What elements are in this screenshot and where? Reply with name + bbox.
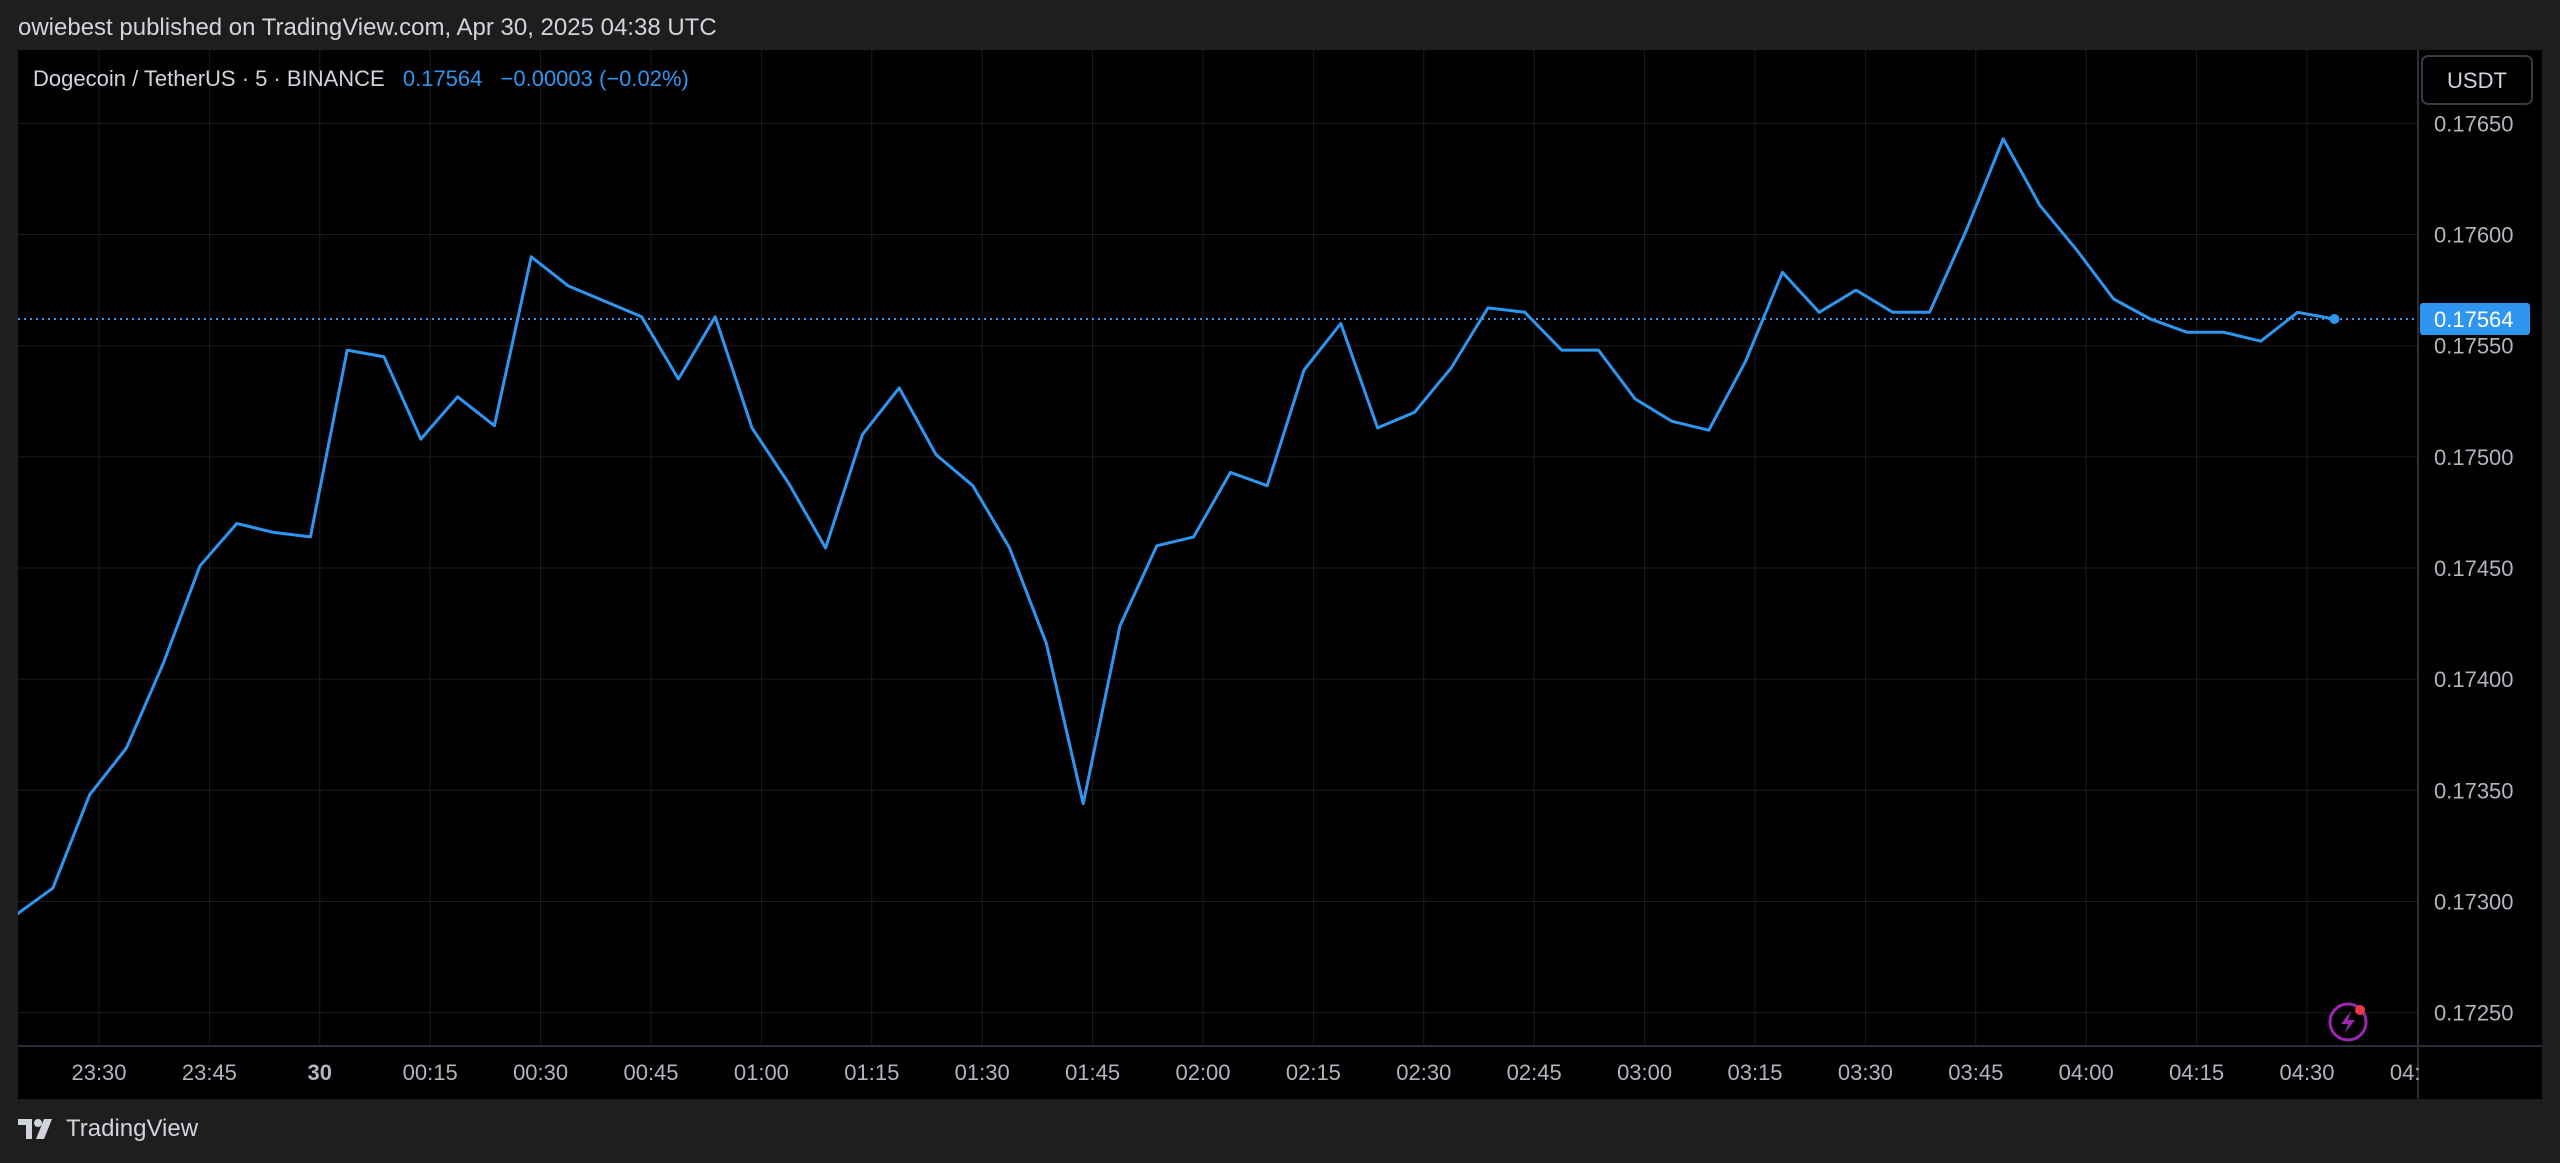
svg-text:Dogecoin / TetherUS · 5 · BINA: Dogecoin / TetherUS · 5 · BINANCE 0.1756… (33, 66, 689, 91)
price-tick-label: 0.17550 (2434, 334, 2514, 359)
price-line-series (18, 137, 2335, 916)
price-tick-label: 0.17650 (2434, 111, 2514, 136)
price-tick-label: 0.17350 (2434, 778, 2514, 803)
footer-brand: TradingView (66, 1115, 199, 1142)
time-tick-label: 03:30 (1838, 1060, 1893, 1085)
time-tick-label: 03:15 (1727, 1060, 1782, 1085)
time-tick-label: 02:15 (1286, 1060, 1341, 1085)
time-tick-label: 01:45 (1065, 1060, 1120, 1085)
time-tick-label: 04:15 (2169, 1060, 2224, 1085)
time-tick-label: 02:00 (1175, 1060, 1230, 1085)
published-caption: owiebest published on TradingView.com, A… (18, 14, 717, 41)
time-axis[interactable]: 23:30 23:45 30 00:15 00:30 00:45 01:00 01:15 01:… (71, 1047, 2542, 1099)
grid-lines (18, 50, 2418, 1046)
time-tick-label: 04:00 (2059, 1060, 2114, 1085)
price-tick-label: 0.17500 (2434, 445, 2514, 470)
time-tick-label: 23:45 (182, 1060, 237, 1085)
tradingview-logo-icon (18, 1119, 52, 1139)
legend-last-price: 0.17564 (403, 66, 483, 91)
time-tick-label: 03:00 (1617, 1060, 1672, 1085)
currency-button[interactable]: USDT (2421, 55, 2533, 105)
time-tick-label: 01:15 (844, 1060, 899, 1085)
time-tick-label: 04:30 (2279, 1060, 2334, 1085)
last-price-badge: 0.17564 (2420, 303, 2530, 336)
time-tick-label: 02:30 (1396, 1060, 1451, 1085)
lightning-alert-icon[interactable] (2328, 1002, 2368, 1042)
axis-corner (2419, 1047, 2542, 1099)
time-tick-label: 23:30 (71, 1060, 126, 1085)
price-tick-label: 0.17250 (2434, 1001, 2514, 1026)
price-tick-label: 0.17300 (2434, 889, 2514, 914)
time-tick-label: 00:15 (403, 1060, 458, 1085)
price-chart-svg[interactable]: 0.17650 0.17600 0.17550 0.17500 0.17450 0.174… (18, 50, 2542, 1099)
alert-notification-dot (2355, 1005, 2365, 1015)
time-tick-label: 02:45 (1507, 1060, 1562, 1085)
chart-area[interactable]: 0.17650 0.17600 0.17550 0.17500 0.17450 0.174… (18, 50, 2542, 1099)
price-axis[interactable]: 0.17650 0.17600 0.17550 0.17500 0.17450 0.174… (2434, 111, 2514, 1025)
legend-symbol[interactable]: Dogecoin / TetherUS · 5 · BINANCE (33, 66, 385, 91)
symbol-legend[interactable]: Dogecoin / TetherUS · 5 · BINANCE 0.1756… (33, 66, 689, 91)
time-tick-label: 00:30 (513, 1060, 568, 1085)
time-tick-label: 01:00 (734, 1060, 789, 1085)
legend-change: −0.00003 (−0.02%) (501, 66, 689, 91)
last-price-badge-text: 0.17564 (2434, 307, 2514, 332)
last-price-marker (2329, 314, 2340, 325)
price-tick-label: 0.17450 (2434, 556, 2514, 581)
chart-frame: owiebest published on TradingView.com, A… (0, 0, 2560, 1163)
time-tick-label: 00:45 (623, 1060, 678, 1085)
footer: TradingView (18, 1115, 198, 1143)
price-tick-label: 0.17600 (2434, 223, 2514, 248)
time-tick-label: 30 (308, 1060, 332, 1085)
price-tick-label: 0.17400 (2434, 667, 2514, 692)
time-tick-label: 03:45 (1948, 1060, 2003, 1085)
currency-button-label[interactable]: USDT (2447, 68, 2507, 93)
time-tick-label: 01:30 (955, 1060, 1010, 1085)
